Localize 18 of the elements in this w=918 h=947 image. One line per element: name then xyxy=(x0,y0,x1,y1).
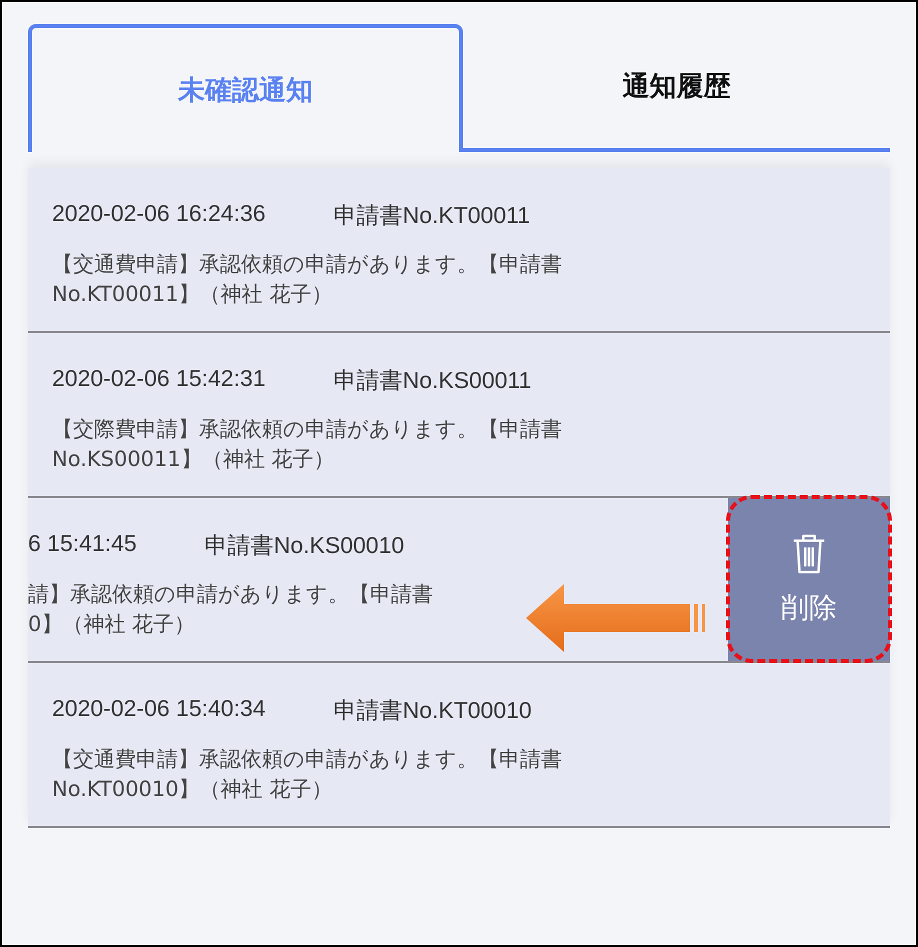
notification-message: 【交通費申請】承認依頼の申請があります。【申請書 No.KT00011】（神社 花子） xyxy=(52,251,562,308)
application-number: 申請書No.KS00011 xyxy=(334,366,532,395)
notification-message: 【交際費申請】承認依頼の申請があります。【申請書 No.KS00011】（神社 花子） xyxy=(52,416,562,473)
notification-message: 【交通費申請】承認依頼の申請があります。【申請書 No.KT00010】（神社 花子） xyxy=(52,746,562,803)
notification-time: 2020-02-06 15:40:34 xyxy=(52,695,266,723)
application-number: 申請書No.KT00011 xyxy=(334,201,530,230)
tab[interactable]: 通知履歴 xyxy=(463,24,890,152)
notification-time: 2020-02-06 15:42:31 xyxy=(52,365,266,393)
notification-item[interactable]: 2020-02-06 16:24:36 申請書No.KT00011 【交通費申請】承認依頼の申請があります。【申請書 No.KT00011】（神社 花子） xyxy=(28,168,890,333)
notification-time: 2020-02-06 16:24:36 xyxy=(52,200,266,228)
notification-item[interactable]: 6 15:41:45 申請書No.KS00010 請】承認依頼の申請があります。【申請書 0】（神社 花子） 削除 xyxy=(28,498,890,663)
notification-message: 請】承認依頼の申請があります。【申請書 0】（神社 花子） xyxy=(28,581,433,638)
application-number: 申請書No.KT00010 xyxy=(334,696,532,725)
application-number: 申請書No.KS00010 xyxy=(204,531,404,560)
delete-button[interactable]: 削除 xyxy=(728,498,890,661)
notification-time: 6 15:41:45 xyxy=(28,530,137,558)
notification-item[interactable]: 2020-02-06 15:42:31 申請書No.KS00011 【交際費申請】承認依頼の申請があります。【申請書 No.KS00011】（神社 花子） xyxy=(28,333,890,498)
notification-item[interactable]: 2020-02-06 15:40:34 申請書No.KT00010 【交通費申請】承認依頼の申請があります。【申請書 No.KT00010】（神社 花子） xyxy=(28,663,890,828)
